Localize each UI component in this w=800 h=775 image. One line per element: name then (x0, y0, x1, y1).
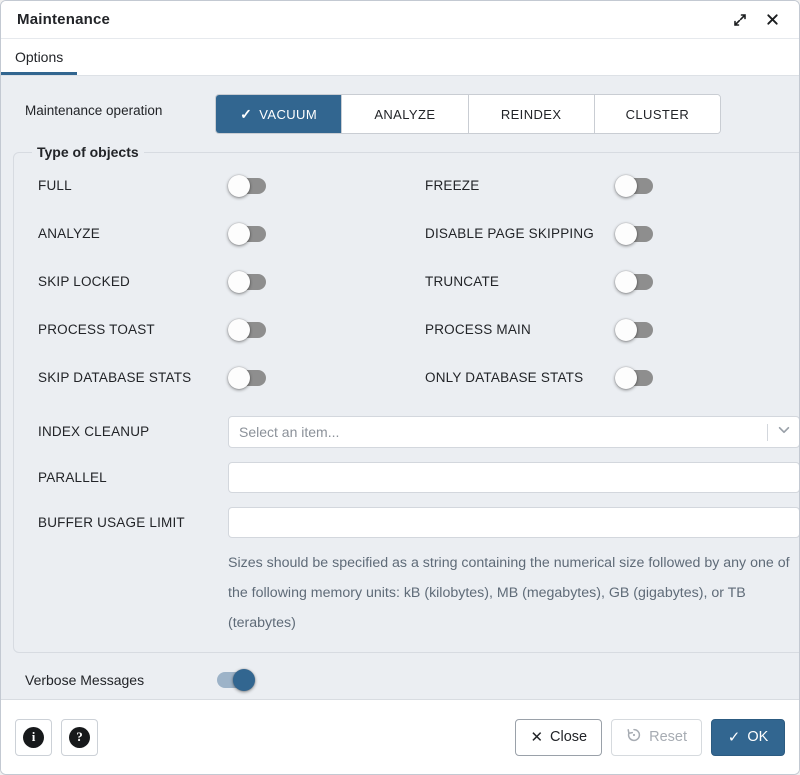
toggle-row-truncate: TRUNCATE (413, 258, 799, 306)
check-icon: ✓ (240, 106, 252, 123)
buffer-usage-limit-label: BUFFER USAGE LIMIT (38, 507, 228, 532)
truncate-label: TRUNCATE (425, 273, 615, 291)
maintenance-operation-group: ✓ VACUUM ✓ ANALYZE ✓ REINDEX ✓ CLUSTER (215, 94, 721, 134)
full-label: FULL (38, 177, 228, 195)
info-icon: i (23, 727, 44, 748)
reindex-label: REINDEX (501, 107, 562, 122)
chevron-down-icon[interactable] (777, 423, 791, 442)
process-toast-toggle[interactable] (228, 319, 268, 341)
process-main-toggle[interactable] (615, 319, 655, 341)
freeze-label: FREEZE (425, 177, 615, 195)
parallel-row: PARALLEL (26, 448, 799, 493)
close-x-icon: ✕ (530, 728, 543, 746)
maintenance-dialog: Maintenance Options Maintenance operatio… (0, 0, 800, 775)
info-button[interactable]: i (15, 719, 52, 756)
analyze-toggle[interactable] (228, 223, 268, 245)
toggle-row-process-main: PROCESS MAIN (413, 306, 799, 354)
verbose-messages-toggle[interactable] (215, 669, 255, 691)
reindex-button[interactable]: ✓ REINDEX (468, 95, 594, 133)
skip-database-stats-toggle[interactable] (228, 367, 268, 389)
ok-button[interactable]: ✓ OK (711, 719, 785, 756)
ok-check-icon: ✓ (728, 728, 741, 746)
expand-icon[interactable] (729, 9, 751, 31)
vacuum-label: VACUUM (259, 107, 317, 122)
skip-database-stats-label: SKIP DATABASE STATS (38, 369, 228, 387)
disable-page-skipping-label: DISABLE PAGE SKIPPING (425, 225, 615, 243)
toggle-row-disable-page-skipping: DISABLE PAGE SKIPPING (413, 210, 799, 258)
help-button[interactable]: ? (61, 719, 98, 756)
process-main-label: PROCESS MAIN (425, 321, 615, 339)
toggle-row-skip-database-stats: SKIP DATABASE STATS (26, 354, 413, 402)
parallel-input[interactable] (228, 462, 799, 493)
truncate-toggle[interactable] (615, 271, 655, 293)
freeze-toggle[interactable] (615, 175, 655, 197)
ok-button-label: OK (747, 729, 768, 745)
maintenance-operation-label: Maintenance operation (25, 92, 215, 121)
index-cleanup-select[interactable]: Select an item... (228, 416, 799, 448)
analyze-toggle-label: ANALYZE (38, 225, 228, 243)
toggle-row-only-database-stats: ONLY DATABASE STATS (413, 354, 799, 402)
size-units-help-text: Sizes should be specified as a string co… (228, 548, 799, 638)
type-of-objects-legend: Type of objects (32, 144, 144, 160)
process-toast-label: PROCESS TOAST (38, 321, 228, 339)
toggle-row-skip-locked: SKIP LOCKED (26, 258, 413, 306)
parallel-label: PARALLEL (38, 462, 228, 487)
buffer-usage-limit-row: BUFFER USAGE LIMIT (26, 493, 799, 538)
close-icon[interactable] (761, 9, 783, 31)
index-cleanup-label: INDEX CLEANUP (38, 416, 228, 441)
only-database-stats-label: ONLY DATABASE STATS (425, 369, 615, 387)
maintenance-operation-row: Maintenance operation ✓ VACUUM ✓ ANALYZE… (13, 84, 787, 134)
vacuum-button[interactable]: ✓ VACUUM (216, 95, 341, 133)
help-icon: ? (69, 727, 90, 748)
toggle-row-process-toast: PROCESS TOAST (26, 306, 413, 354)
verbose-messages-row: Verbose Messages (13, 653, 787, 691)
index-cleanup-placeholder: Select an item... (239, 424, 767, 440)
tab-bar: Options (1, 39, 799, 76)
cluster-button[interactable]: ✓ CLUSTER (594, 95, 720, 133)
dialog-title: Maintenance (17, 11, 110, 28)
toggle-row-freeze: FREEZE (413, 162, 799, 210)
buffer-usage-limit-input[interactable] (228, 507, 799, 538)
reset-icon (626, 727, 642, 747)
cluster-label: CLUSTER (626, 107, 689, 122)
select-separator (767, 424, 768, 441)
close-button-label: Close (550, 729, 587, 745)
type-of-objects-fieldset: Type of objects FULL FREEZE ANALYZE DISA… (13, 144, 799, 653)
reset-button[interactable]: Reset (611, 719, 702, 756)
tab-options[interactable]: Options (1, 39, 77, 75)
skip-locked-toggle[interactable] (228, 271, 268, 293)
titlebar: Maintenance (1, 1, 799, 39)
disable-page-skipping-toggle[interactable] (615, 223, 655, 245)
skip-locked-label: SKIP LOCKED (38, 273, 228, 291)
verbose-messages-label: Verbose Messages (25, 672, 215, 688)
dialog-content: Maintenance operation ✓ VACUUM ✓ ANALYZE… (1, 76, 799, 699)
toggle-row-analyze: ANALYZE (26, 210, 413, 258)
analyze-label: ANALYZE (374, 107, 435, 122)
close-button[interactable]: ✕ Close (515, 719, 602, 756)
full-toggle[interactable] (228, 175, 268, 197)
toggle-grid: FULL FREEZE ANALYZE DISABLE PAGE SKIPPIN… (26, 162, 799, 402)
reset-button-label: Reset (649, 729, 687, 745)
analyze-button[interactable]: ✓ ANALYZE (341, 95, 467, 133)
only-database-stats-toggle[interactable] (615, 367, 655, 389)
toggle-row-full: FULL (26, 162, 413, 210)
index-cleanup-row: INDEX CLEANUP Select an item... (26, 402, 799, 448)
dialog-footer: i ? ✕ Close Reset ✓ OK (1, 699, 799, 774)
